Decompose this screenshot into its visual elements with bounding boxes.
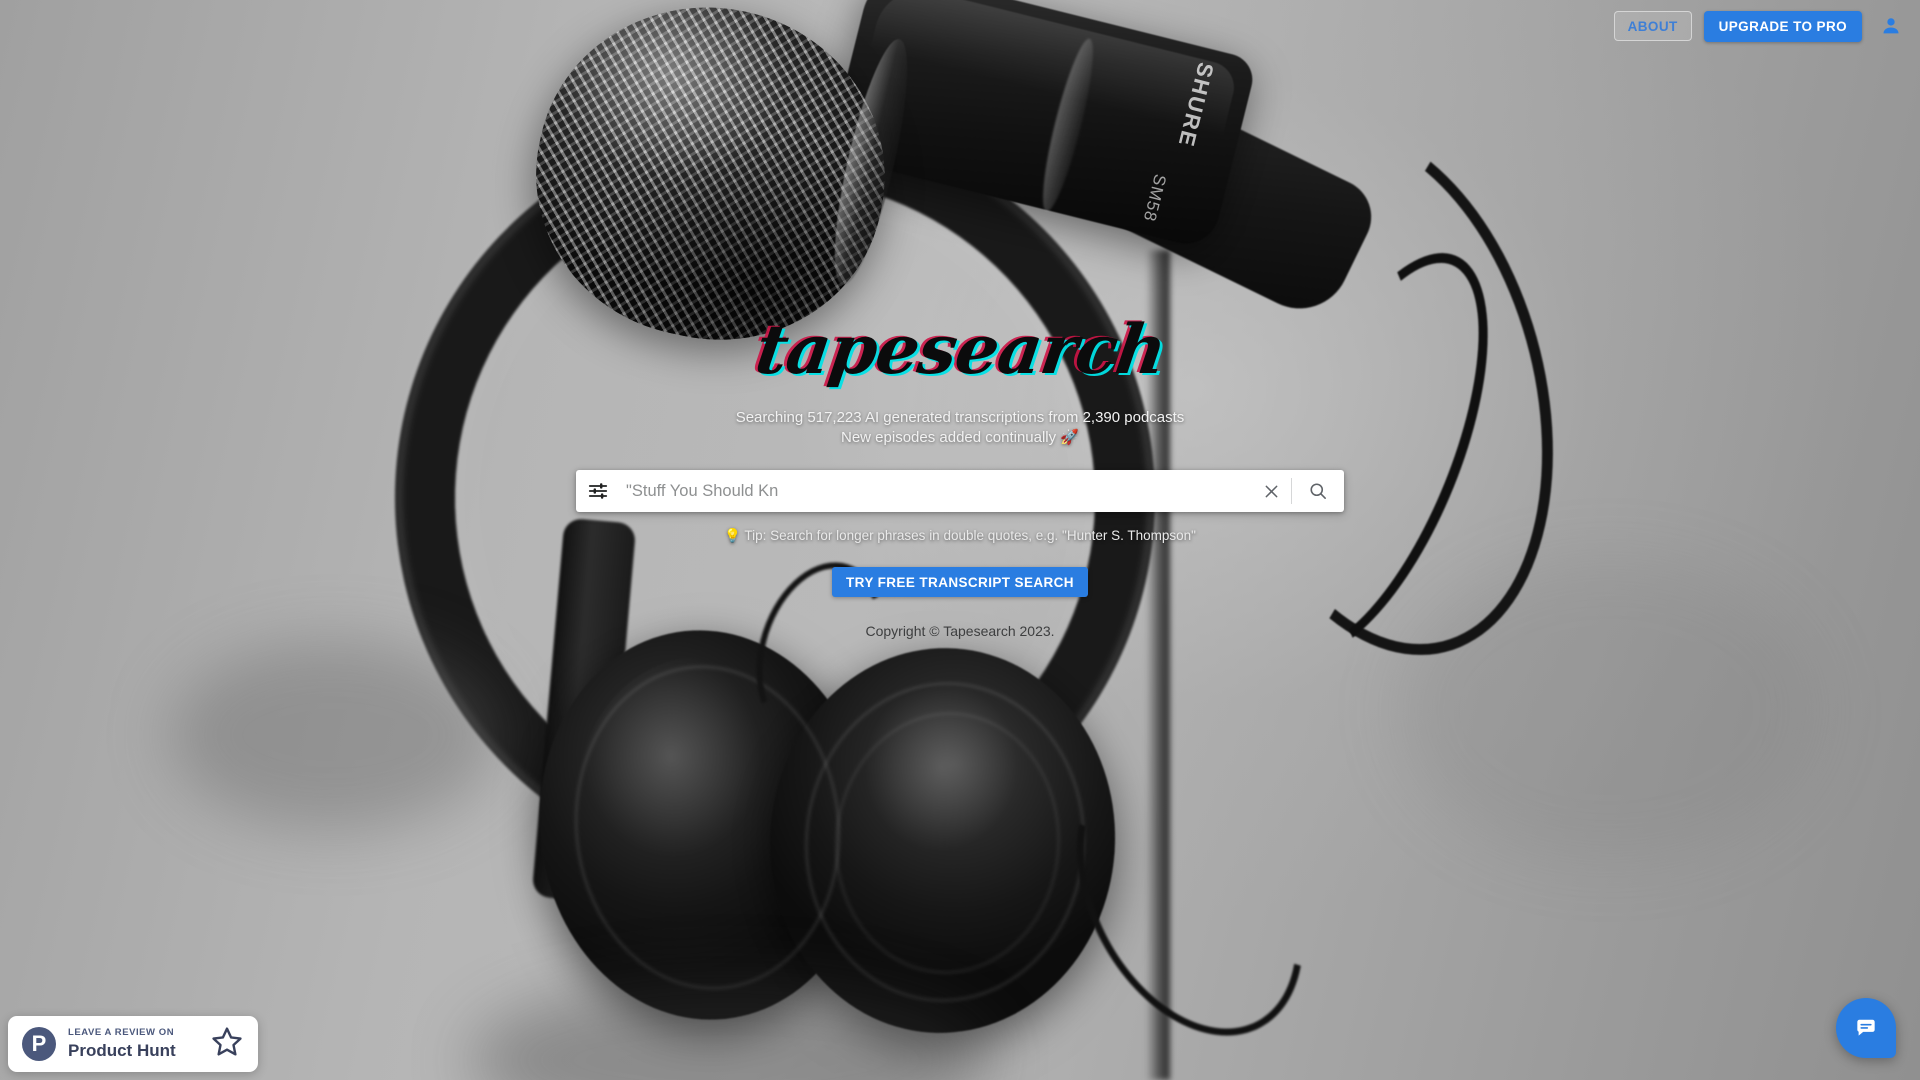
product-hunt-review-badge[interactable]: P LEAVE A REVIEW ON Product Hunt [8,1016,258,1072]
product-hunt-small-label: LEAVE A REVIEW ON [68,1026,175,1038]
upgrade-to-pro-button[interactable]: UPGRADE TO PRO [1703,10,1862,42]
tagline-line-2: New episodes added continually 🚀 [841,429,1079,446]
tune-icon[interactable] [576,470,620,512]
search-icon[interactable] [1292,470,1344,512]
about-button[interactable]: ABOUT [1613,11,1692,41]
person-icon[interactable] [1876,11,1906,41]
photo-blur-blob-left [170,640,500,830]
search-bar [576,470,1344,512]
copyright-text: Copyright © Tapesearch 2023. [865,623,1055,639]
hero-section: tapesearch Searching 517,223 AI generate… [0,0,1920,639]
close-icon[interactable] [1251,470,1291,512]
page-root: SHURE SM58 ABOUT UPGRADE TO PRO tapesear… [0,0,1920,1080]
tapesearch-logo: tapesearch [750,310,1171,390]
product-hunt-big-label: Product Hunt [68,1040,176,1060]
search-input[interactable] [620,471,1251,511]
top-navigation-bar: ABOUT UPGRADE TO PRO [0,0,1920,52]
try-free-transcript-search-button[interactable]: TRY FREE TRANSCRIPT SEARCH [832,567,1088,597]
chat-bubble-icon[interactable] [1836,998,1896,1058]
star-outline-icon [210,1025,244,1064]
tagline-line-1: Searching 517,223 AI generated transcrip… [735,409,1185,426]
product-hunt-badge-text: LEAVE A REVIEW ON Product Hunt [68,1026,198,1060]
hero-tagline: Searching 517,223 AI generated transcrip… [736,408,1185,448]
product-hunt-logo-icon: P [22,1027,56,1061]
search-tip: 💡 Tip: Search for longer phrases in doub… [724,528,1196,543]
